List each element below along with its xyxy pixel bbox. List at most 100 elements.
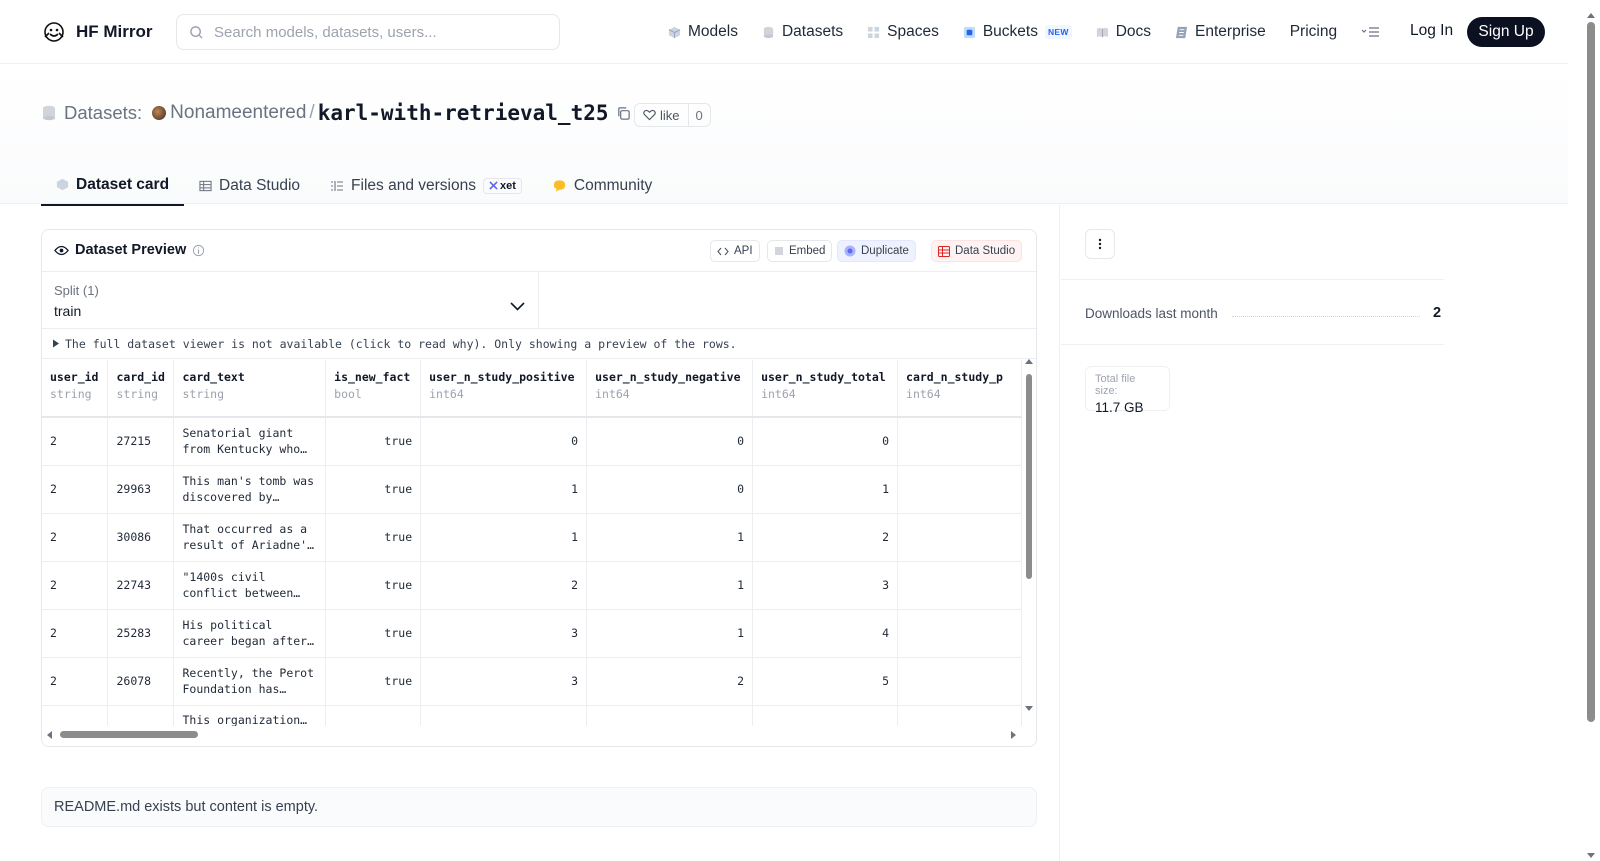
table-cell[interactable]: 29963 [107,465,175,514]
tab-files-and-versions[interactable]: Files and versions xet [315,165,537,206]
nav-enterprise[interactable]: Enterprise [1175,23,1266,41]
table-cell[interactable] [897,705,1022,726]
table-cell[interactable]: Senatorial giant from Kentucky who… [173,417,327,466]
table-cell[interactable]: 4 [752,609,899,658]
viewer-notice[interactable]: The full dataset viewer is not available… [42,329,1036,359]
nav-pricing[interactable]: Pricing [1290,23,1337,41]
repo-type-label[interactable]: Datasets: [64,102,142,124]
table-cell[interactable]: 2 [42,465,109,514]
table-cell[interactable]: 1 [420,513,588,562]
nav-docs[interactable]: Docs [1096,23,1151,41]
table-cell[interactable]: This organization… [173,705,327,726]
table-horizontal-scrollbar[interactable] [42,726,1022,744]
nav-spaces[interactable]: Spaces [867,23,939,41]
table-cell[interactable] [420,705,588,726]
table-cell[interactable]: 0 [752,417,899,466]
table-cell[interactable]: 2 [42,657,109,706]
table-cell[interactable]: 1 [586,561,754,610]
page-vertical-scroll-thumb[interactable] [1587,22,1595,722]
table-cell[interactable]: That occurred as a result of Ariadne'… [173,513,327,562]
table-cell[interactable]: true [325,465,422,514]
copy-icon[interactable] [616,106,631,121]
nav-more-menu[interactable] [1361,26,1381,38]
table-cell[interactable] [752,705,899,726]
table-cell[interactable]: 0 [586,465,754,514]
table-cell[interactable] [897,417,1022,466]
info-icon[interactable] [192,244,205,257]
api-button[interactable]: API [710,240,760,262]
table-cell[interactable]: 1 [420,465,588,514]
table-cell[interactable]: 1 [586,609,754,658]
table-cell[interactable]: 2 [586,657,754,706]
tab-community[interactable]: Community [537,165,667,206]
table-cell[interactable] [897,657,1022,706]
table-cell[interactable]: true [325,561,422,610]
embed-button[interactable]: Embed [767,240,833,262]
nav-datasets[interactable]: Datasets [762,23,843,41]
table-row[interactable]: 2 25283 His political career began after… t… [42,609,1022,658]
table-cell[interactable]: 27215 [107,417,175,466]
table-cell[interactable]: 2 [42,561,109,610]
table-cell[interactable]: 25283 [107,609,175,658]
table-cell[interactable] [897,465,1022,514]
column-header[interactable]: card_text string [173,360,327,418]
table-cell[interactable]: Recently, the Perot Foundation has… [173,657,327,706]
repo-name[interactable]: karl-with-retrieval_t25 [318,101,609,125]
tab-dataset-card[interactable]: Dataset card [41,165,185,206]
nav-buckets[interactable]: Buckets NEW [963,23,1072,41]
like-button[interactable]: like 0 [634,103,711,127]
table-cell[interactable] [897,609,1022,658]
table-row[interactable]: 2 26078 Recently, the Perot Foundation has… [42,657,1022,706]
brand-logo[interactable]: HF Mirror [42,20,153,44]
more-options-button[interactable] [1085,229,1115,259]
table-cell[interactable]: true [325,417,422,466]
table-cell[interactable]: 1 [586,513,754,562]
page-vertical-scrollbar[interactable] [1586,13,1596,861]
table-cell[interactable]: 3 [752,561,899,610]
table-row[interactable]: 2 29963 This man's tomb was discovered by…… [42,465,1022,514]
table-cell[interactable]: 2 [42,417,109,466]
table-cell[interactable]: 5 [752,657,899,706]
table-cell[interactable]: 2 [420,561,588,610]
column-header[interactable]: user_n_study_total int64 [752,360,899,418]
column-header[interactable]: card_id string [107,360,175,418]
table-cell[interactable]: 2 [42,513,109,562]
table-cell[interactable]: 26078 [107,657,175,706]
search-input[interactable] [214,23,534,41]
table-row[interactable]: 2 22743 "1400s civil conflict between… true… [42,561,1022,610]
table-cell[interactable]: 2 [752,513,899,562]
nav-models[interactable]: Models [668,23,738,41]
table-cell[interactable] [897,561,1022,610]
table-row[interactable]: This organization… [42,705,1022,726]
signup-button[interactable]: Sign Up [1467,17,1545,47]
tab-data-studio[interactable]: Data Studio [184,165,315,206]
table-cell[interactable]: 3 [420,609,588,658]
table-row[interactable]: 2 30086 That occurred as a result of Ariad… [42,513,1022,562]
table-cell[interactable]: true [325,657,422,706]
table-cell[interactable]: 2 [42,609,109,658]
duplicate-button[interactable]: Duplicate [837,240,916,262]
column-header[interactable]: user_id string [42,360,109,418]
table-cell[interactable]: true [325,609,422,658]
column-header[interactable]: card_n_study_p int64 [897,360,1022,418]
table-row[interactable]: 2 27215 Senatorial giant from Kentucky who… [42,417,1022,466]
data-studio-button[interactable]: Data Studio [931,240,1023,262]
table-vertical-scrollbar[interactable] [1024,359,1034,711]
repo-owner-link[interactable]: Nonameentered [170,102,306,124]
table-horizontal-scroll-thumb[interactable] [60,731,198,738]
table-cell[interactable] [586,705,754,726]
table-cell[interactable]: "1400s civil conflict between… [173,561,327,610]
table-cell[interactable]: true [325,513,422,562]
search-box[interactable] [176,14,560,50]
column-header[interactable]: is_new_fact bool [325,360,422,418]
split-selector[interactable]: Split (1) train [42,272,539,329]
column-header[interactable]: user_n_study_negative int64 [586,360,754,418]
table-cell[interactable]: His political career began after… [173,609,327,658]
table-cell[interactable]: 0 [420,417,588,466]
table-cell[interactable]: 3 [420,657,588,706]
table-vertical-scroll-thumb[interactable] [1026,374,1032,579]
table-cell[interactable] [107,705,175,726]
table-cell[interactable] [42,705,109,726]
table-cell[interactable]: 1 [752,465,899,514]
table-cell[interactable]: 30086 [107,513,175,562]
